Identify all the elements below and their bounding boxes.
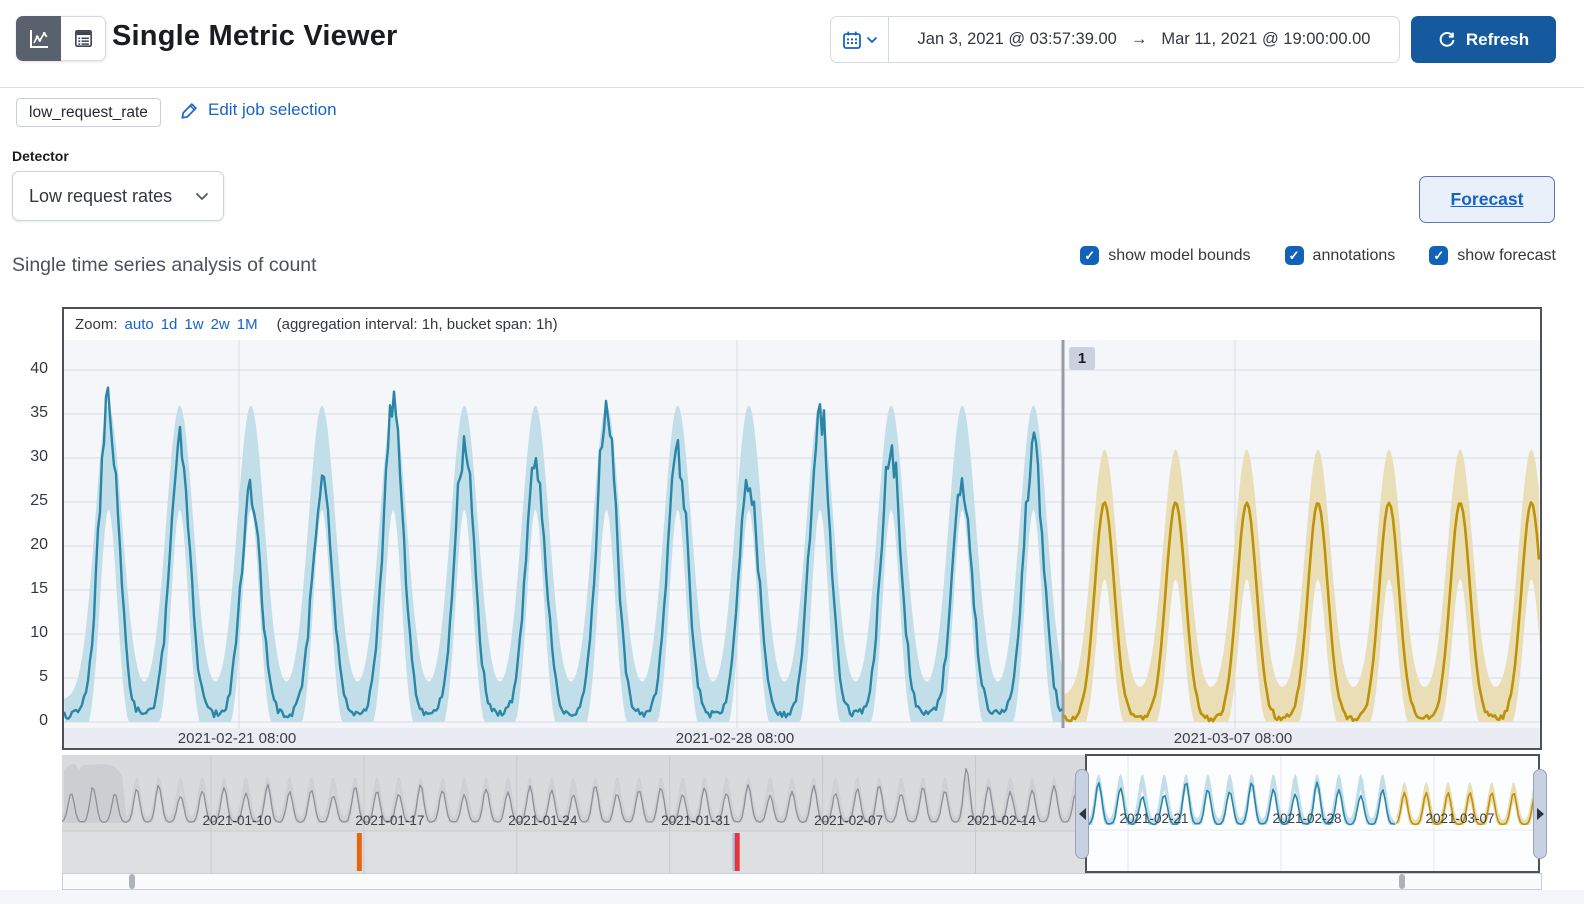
edit-job-selection-link[interactable]: Edit job selection — [180, 100, 337, 120]
job-badge[interactable]: low_request_rate — [16, 98, 161, 127]
page-title: Single Metric Viewer — [112, 20, 398, 52]
single-metric-viewer-page: Single Metric Viewer Jan 3, 2021 @ 03:57… — [0, 0, 1584, 904]
focus-chart-plot[interactable]: 1 — [64, 340, 1540, 728]
show-forecast-checkbox[interactable]: ✓ show forecast — [1429, 246, 1556, 265]
start-date-value[interactable]: Jan 3, 2021 @ 03:57:39.00 — [918, 30, 1117, 49]
x-tick-label: 2021-02-28 08:00 — [675, 730, 795, 747]
refresh-icon — [1438, 31, 1456, 49]
y-tick-label: 35 — [30, 404, 48, 421]
x-axis: 2021-02-21 08:00 2021-02-28 08:00 2021-03-… — [64, 728, 1540, 748]
zoom-option-1M[interactable]: 1M — [237, 316, 258, 333]
x-tick-label: 2021-02-21 08:00 — [177, 730, 297, 747]
y-tick-label: 10 — [30, 624, 48, 641]
y-tick-label: 5 — [39, 668, 48, 685]
refresh-label: Refresh — [1465, 29, 1530, 49]
view-toggle-group — [16, 16, 106, 61]
y-tick-label: 25 — [30, 492, 48, 509]
zoom-option-2w[interactable]: 2w — [211, 316, 230, 333]
forecast-bounds-band — [1063, 449, 1540, 722]
analysis-heading: Single time series analysis of count — [12, 254, 317, 276]
table-icon — [72, 27, 95, 50]
scrollbar-left-grab-handle[interactable] — [129, 874, 135, 889]
y-tick-label: 20 — [30, 536, 48, 553]
context-scrollbar[interactable] — [62, 873, 1542, 890]
show-forecast-label: show forecast — [1457, 246, 1556, 264]
context-initial-bounds-blob — [64, 764, 127, 823]
detector-selected-value: Low request rates — [29, 185, 173, 206]
header-divider — [0, 87, 1584, 88]
triangle-right-icon — [1536, 808, 1544, 820]
time-range-values: Jan 3, 2021 @ 03:57:39.00 → Mar 11, 2021… — [889, 17, 1399, 62]
annotations-label: annotations — [1312, 246, 1396, 264]
calendar-dropdown-button[interactable] — [831, 17, 889, 62]
model-bounds-band — [64, 405, 1063, 722]
context-tick-label: 2021-02-07 — [814, 813, 884, 828]
refresh-button[interactable]: Refresh — [1411, 16, 1556, 63]
main-chart-card: Zoom: auto 1d 1w 2w 1M (aggregation inte… — [62, 307, 1542, 750]
context-selection-window[interactable]: 2021-02-21 2021-02-28 2021-03-07 — [1085, 754, 1540, 873]
forecast-button[interactable]: Forecast — [1419, 176, 1555, 223]
annotations-checkbox[interactable]: ✓ annotations — [1284, 246, 1396, 265]
zoom-label: Zoom: — [75, 316, 118, 333]
x-tick-label: 2021-03-07 08:00 — [1173, 730, 1293, 747]
y-tick-label: 0 — [39, 712, 48, 729]
chart-options-row: ✓ show model bounds ✓ annotations ✓ show… — [900, 246, 1556, 265]
y-tick-label: 40 — [30, 360, 48, 377]
context-tick-label: 2021-01-17 — [355, 813, 425, 828]
show-model-bounds-checkbox[interactable]: ✓ show model bounds — [1080, 246, 1251, 265]
line-chart-icon — [27, 27, 51, 51]
y-tick-label: 30 — [30, 448, 48, 465]
edit-job-selection-label: Edit job selection — [208, 100, 337, 119]
y-tick-label: 15 — [30, 580, 48, 597]
selection-left-handle[interactable] — [1075, 769, 1089, 859]
context-tick-label: 2021-01-10 — [202, 813, 272, 828]
scrollbar-right-grab-handle[interactable] — [1399, 874, 1405, 889]
selection-right-handle[interactable] — [1533, 769, 1547, 859]
table-view-button[interactable] — [61, 16, 106, 61]
selection-tick-label: 2021-02-28 — [1272, 811, 1342, 826]
time-range-picker: Jan 3, 2021 @ 03:57:39.00 → Mar 11, 2021… — [830, 16, 1400, 63]
chevron-down-icon — [866, 36, 878, 44]
checkbox-checked-icon: ✓ — [1080, 246, 1100, 265]
context-tick-label: 2021-01-31 — [661, 813, 731, 828]
aggregation-interval-note: (aggregation interval: 1h, bucket span: … — [276, 316, 558, 333]
annotation-marker-badge[interactable]: 1 — [1069, 347, 1095, 370]
selection-tick-label: 2021-03-07 — [1425, 811, 1495, 826]
end-date-value[interactable]: Mar 11, 2021 @ 19:00:00.00 — [1161, 30, 1370, 49]
chevron-down-icon — [195, 192, 209, 201]
detector-select[interactable]: Low request rates — [12, 171, 224, 221]
zoom-toolbar: Zoom: auto 1d 1w 2w 1M (aggregation inte… — [64, 309, 1540, 340]
checkbox-checked-icon: ✓ — [1429, 246, 1449, 265]
context-tick-label: 2021-01-24 — [508, 813, 578, 828]
swimlane-anomaly-marker[interactable] — [734, 833, 740, 871]
pencil-icon — [180, 101, 199, 120]
page-bottom-strip — [0, 890, 1584, 904]
checkbox-checked-icon: ✓ — [1284, 246, 1304, 265]
arrow-right-icon: → — [1130, 30, 1148, 48]
show-model-bounds-label: show model bounds — [1108, 246, 1251, 264]
triangle-left-icon — [1078, 808, 1086, 820]
context-tick-label: 2021-02-14 — [966, 813, 1037, 828]
detector-label: Detector — [12, 148, 69, 164]
zoom-option-1d[interactable]: 1d — [161, 316, 178, 333]
zoom-option-auto[interactable]: auto — [125, 316, 154, 333]
selection-tick-label: 2021-02-21 — [1119, 811, 1189, 826]
calendar-icon — [842, 30, 862, 50]
zoom-option-1w[interactable]: 1w — [184, 316, 203, 333]
chart-view-button[interactable] — [16, 16, 61, 61]
swimlane-anomaly-marker[interactable] — [356, 833, 362, 871]
